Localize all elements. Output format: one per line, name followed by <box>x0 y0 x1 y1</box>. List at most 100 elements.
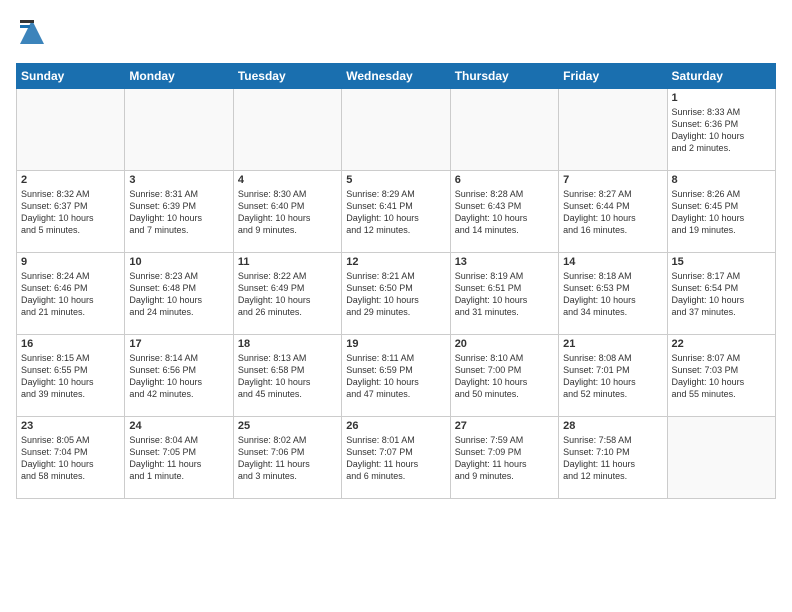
day-number: 21 <box>563 338 662 350</box>
day-number: 1 <box>672 92 771 104</box>
week-row-2: 2Sunrise: 8:32 AM Sunset: 6:37 PM Daylig… <box>17 171 776 253</box>
day-number: 5 <box>346 174 445 186</box>
day-number: 10 <box>129 256 228 268</box>
day-info: Sunrise: 8:01 AM Sunset: 7:07 PM Dayligh… <box>346 434 445 483</box>
day-info: Sunrise: 8:21 AM Sunset: 6:50 PM Dayligh… <box>346 270 445 319</box>
calendar-cell <box>17 89 125 171</box>
day-number: 11 <box>238 256 337 268</box>
calendar-cell: 26 Sunrise: 8:01 AM Sunset: 7:07 PM Dayli… <box>342 417 450 499</box>
calendar-cell <box>667 417 775 499</box>
week-row-3: 9 Sunrise: 8:24 AM Sunset: 6:46 PM Daylig… <box>17 253 776 335</box>
day-number: 4 <box>238 174 337 186</box>
calendar-cell: 25 Sunrise: 8:02 AM Sunset: 7:06 PM Dayli… <box>233 417 341 499</box>
calendar-cell: 20 Sunrise: 8:10 AM Sunset: 7:00 PM Dayli… <box>450 335 558 417</box>
day-number: 15 <box>672 256 771 268</box>
day-info: Sunrise: 8:13 AM Sunset: 6:58 PM Dayligh… <box>238 352 337 401</box>
day-info: Sunrise: 8:15 AM Sunset: 6:55 PM Dayligh… <box>21 352 120 401</box>
day-number: 6 <box>455 174 554 186</box>
calendar-cell: 21 Sunrise: 8:08 AM Sunset: 7:01 PM Dayli… <box>559 335 667 417</box>
day-number: 20 <box>455 338 554 350</box>
day-info: Sunrise: 8:07 AM Sunset: 7:03 PM Dayligh… <box>672 352 771 401</box>
calendar-cell: 2Sunrise: 8:32 AM Sunset: 6:37 PM Daylig… <box>17 171 125 253</box>
weekday-tuesday: Tuesday <box>233 64 341 89</box>
calendar-cell: 24 Sunrise: 8:04 AM Sunset: 7:05 PM Dayli… <box>125 417 233 499</box>
day-info: Sunrise: 7:58 AM Sunset: 7:10 PM Dayligh… <box>563 434 662 483</box>
day-number: 19 <box>346 338 445 350</box>
calendar-cell: 17 Sunrise: 8:14 AM Sunset: 6:56 PM Dayli… <box>125 335 233 417</box>
weekday-header-row: SundayMondayTuesdayWednesdayThursdayFrid… <box>17 64 776 89</box>
header <box>16 16 776 53</box>
calendar-cell: 8 Sunrise: 8:26 AM Sunset: 6:45 PM Daylig… <box>667 171 775 253</box>
weekday-sunday: Sunday <box>17 64 125 89</box>
day-number: 24 <box>129 420 228 432</box>
day-info: Sunrise: 8:26 AM Sunset: 6:45 PM Dayligh… <box>672 188 771 237</box>
calendar-cell: 18 Sunrise: 8:13 AM Sunset: 6:58 PM Dayli… <box>233 335 341 417</box>
day-number: 23 <box>21 420 120 432</box>
day-info: Sunrise: 8:11 AM Sunset: 6:59 PM Dayligh… <box>346 352 445 401</box>
calendar-cell: 5 Sunrise: 8:29 AM Sunset: 6:41 PM Daylig… <box>342 171 450 253</box>
day-info: Sunrise: 8:30 AM Sunset: 6:40 PM Dayligh… <box>238 188 337 237</box>
week-row-1: 1 Sunrise: 8:33 AM Sunset: 6:36 PM Daylig… <box>17 89 776 171</box>
day-number: 28 <box>563 420 662 432</box>
page: SundayMondayTuesdayWednesdayThursdayFrid… <box>0 0 792 612</box>
day-info: Sunrise: 8:18 AM Sunset: 6:53 PM Dayligh… <box>563 270 662 319</box>
day-number: 26 <box>346 420 445 432</box>
day-number: 13 <box>455 256 554 268</box>
weekday-saturday: Saturday <box>667 64 775 89</box>
calendar-cell: 27 Sunrise: 7:59 AM Sunset: 7:09 PM Dayli… <box>450 417 558 499</box>
day-info: Sunrise: 8:31 AM Sunset: 6:39 PM Dayligh… <box>129 188 228 237</box>
calendar-cell: 28 Sunrise: 7:58 AM Sunset: 7:10 PM Dayli… <box>559 417 667 499</box>
day-info: Sunrise: 8:29 AM Sunset: 6:41 PM Dayligh… <box>346 188 445 237</box>
calendar-cell: 1 Sunrise: 8:33 AM Sunset: 6:36 PM Daylig… <box>667 89 775 171</box>
day-info: Sunrise: 8:10 AM Sunset: 7:00 PM Dayligh… <box>455 352 554 401</box>
day-number: 2 <box>21 174 120 186</box>
calendar-cell: 6Sunrise: 8:28 AM Sunset: 6:43 PM Daylig… <box>450 171 558 253</box>
day-number: 27 <box>455 420 554 432</box>
week-row-5: 23 Sunrise: 8:05 AM Sunset: 7:04 PM Dayli… <box>17 417 776 499</box>
day-number: 16 <box>21 338 120 350</box>
calendar-cell: 11 Sunrise: 8:22 AM Sunset: 6:49 PM Dayli… <box>233 253 341 335</box>
calendar-cell: 7 Sunrise: 8:27 AM Sunset: 6:44 PM Daylig… <box>559 171 667 253</box>
day-info: Sunrise: 8:27 AM Sunset: 6:44 PM Dayligh… <box>563 188 662 237</box>
calendar-table: SundayMondayTuesdayWednesdayThursdayFrid… <box>16 63 776 499</box>
calendar-cell: 3Sunrise: 8:31 AM Sunset: 6:39 PM Daylig… <box>125 171 233 253</box>
day-info: Sunrise: 7:59 AM Sunset: 7:09 PM Dayligh… <box>455 434 554 483</box>
day-number: 18 <box>238 338 337 350</box>
calendar-cell: 13 Sunrise: 8:19 AM Sunset: 6:51 PM Dayli… <box>450 253 558 335</box>
day-info: Sunrise: 8:02 AM Sunset: 7:06 PM Dayligh… <box>238 434 337 483</box>
day-info: Sunrise: 8:05 AM Sunset: 7:04 PM Dayligh… <box>21 434 120 483</box>
day-number: 8 <box>672 174 771 186</box>
day-number: 9 <box>21 256 120 268</box>
day-info: Sunrise: 8:17 AM Sunset: 6:54 PM Dayligh… <box>672 270 771 319</box>
weekday-friday: Friday <box>559 64 667 89</box>
calendar-cell <box>125 89 233 171</box>
calendar-cell: 15 Sunrise: 8:17 AM Sunset: 6:54 PM Dayli… <box>667 253 775 335</box>
calendar-cell: 9 Sunrise: 8:24 AM Sunset: 6:46 PM Daylig… <box>17 253 125 335</box>
day-number: 22 <box>672 338 771 350</box>
logo <box>16 16 54 53</box>
calendar-cell <box>450 89 558 171</box>
day-info: Sunrise: 8:22 AM Sunset: 6:49 PM Dayligh… <box>238 270 337 319</box>
day-info: Sunrise: 8:14 AM Sunset: 6:56 PM Dayligh… <box>129 352 228 401</box>
day-info: Sunrise: 8:23 AM Sunset: 6:48 PM Dayligh… <box>129 270 228 319</box>
day-info: Sunrise: 8:33 AM Sunset: 6:36 PM Dayligh… <box>672 106 771 155</box>
day-info: Sunrise: 8:04 AM Sunset: 7:05 PM Dayligh… <box>129 434 228 483</box>
day-number: 7 <box>563 174 662 186</box>
calendar-cell: 12 Sunrise: 8:21 AM Sunset: 6:50 PM Dayli… <box>342 253 450 335</box>
calendar-cell <box>342 89 450 171</box>
calendar-cell: 4 Sunrise: 8:30 AM Sunset: 6:40 PM Daylig… <box>233 171 341 253</box>
day-info: Sunrise: 8:24 AM Sunset: 6:46 PM Dayligh… <box>21 270 120 319</box>
day-info: Sunrise: 8:08 AM Sunset: 7:01 PM Dayligh… <box>563 352 662 401</box>
day-number: 25 <box>238 420 337 432</box>
calendar-cell: 16 Sunrise: 8:15 AM Sunset: 6:55 PM Dayli… <box>17 335 125 417</box>
day-number: 14 <box>563 256 662 268</box>
calendar-cell <box>233 89 341 171</box>
weekday-wednesday: Wednesday <box>342 64 450 89</box>
day-info: Sunrise: 8:19 AM Sunset: 6:51 PM Dayligh… <box>455 270 554 319</box>
weekday-thursday: Thursday <box>450 64 558 89</box>
week-row-4: 16 Sunrise: 8:15 AM Sunset: 6:55 PM Dayli… <box>17 335 776 417</box>
day-number: 17 <box>129 338 228 350</box>
calendar-cell: 14 Sunrise: 8:18 AM Sunset: 6:53 PM Dayli… <box>559 253 667 335</box>
day-number: 12 <box>346 256 445 268</box>
calendar-cell: 10 Sunrise: 8:23 AM Sunset: 6:48 PM Dayli… <box>125 253 233 335</box>
